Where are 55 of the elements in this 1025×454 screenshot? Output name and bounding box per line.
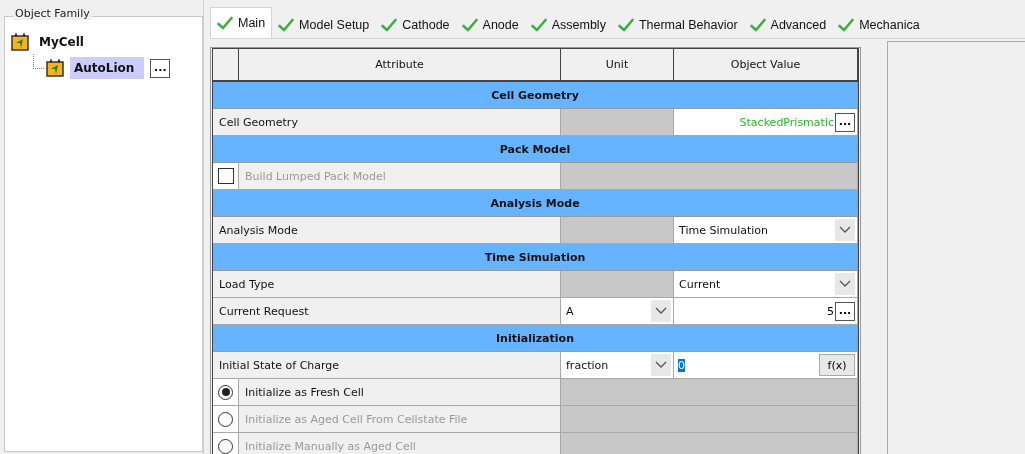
tab[interactable]: Model Setup: [272, 12, 376, 38]
attribute-label: Load Type: [213, 271, 561, 298]
formula-button[interactable]: f(x): [819, 354, 855, 376]
unit-dropdown[interactable]: A: [563, 300, 671, 322]
section-header: Analysis Mode: [213, 190, 858, 217]
section-header: Time Simulation: [213, 244, 858, 271]
section-header: Initialization: [213, 325, 858, 352]
tab[interactable]: Advanced: [743, 12, 833, 38]
more-button[interactable]: ...: [835, 301, 855, 321]
value-dropdown[interactable]: Current: [676, 273, 855, 295]
column-header: Unit: [561, 49, 674, 82]
radio-button[interactable]: [218, 384, 233, 400]
chevron-icon: [651, 300, 671, 322]
value-text: StackedPrismatic: [739, 115, 834, 129]
check-icon: [749, 18, 766, 32]
option-label: Build Lumped Pack Model: [239, 163, 561, 190]
tab[interactable]: Assembly: [524, 12, 612, 38]
check-icon: [617, 18, 634, 32]
value-input[interactable]: 0: [676, 354, 817, 376]
tree-item[interactable]: MyCell: [35, 32, 88, 52]
option-label: Initialize as Fresh Cell: [239, 379, 561, 406]
more-button[interactable]: ...: [835, 112, 855, 132]
check-icon: [461, 18, 478, 32]
chevron-icon: [651, 354, 671, 376]
tab[interactable]: Thermal Behavior: [611, 12, 744, 38]
attribute-label: Analysis Mode: [213, 217, 561, 244]
value-field[interactable]: StackedPrismatic ...: [674, 109, 858, 136]
column-header: Attribute: [239, 49, 561, 82]
section-header: Cell Geometry: [213, 82, 858, 109]
check-icon: [217, 16, 233, 30]
option-label: Initialize as Aged Cell From Cellstate File: [239, 406, 561, 433]
attribute-label: Initial State of Charge: [213, 352, 561, 379]
attribute-label: Current Request: [213, 298, 561, 325]
check-icon: [530, 18, 547, 32]
unit-dropdown[interactable]: fraction: [563, 354, 671, 376]
column-header: Object Value: [674, 49, 858, 82]
section-header: Pack Model: [213, 136, 858, 163]
chevron-icon: [835, 273, 855, 295]
check-icon: [278, 18, 295, 32]
tile-icon: [46, 59, 64, 77]
tab[interactable]: Mechanica: [832, 12, 926, 38]
chevron-icon: [835, 219, 855, 241]
more-button[interactable]: ...: [150, 58, 171, 78]
tab[interactable]: Cathode: [375, 12, 456, 38]
tab[interactable]: Main: [210, 7, 273, 38]
tile-icon: [11, 33, 29, 51]
attribute-label: Cell Geometry: [213, 109, 561, 136]
check-icon: [381, 18, 398, 32]
group-title: Object Family: [13, 7, 92, 20]
value-text: 5: [827, 304, 834, 318]
tree-item[interactable]: AutoLion: [70, 57, 145, 79]
value-field[interactable]: 5 ...: [674, 298, 858, 325]
value-dropdown[interactable]: Time Simulation: [676, 219, 855, 241]
check-icon: [838, 18, 855, 32]
tab[interactable]: Anode: [455, 12, 525, 38]
